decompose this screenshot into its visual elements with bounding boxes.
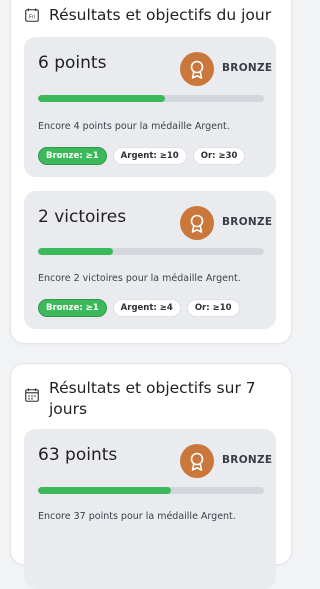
weekly-results-panel: Résultats et objectifs sur 7 jours 63 po… — [10, 363, 292, 589]
progress-bar — [38, 487, 264, 494]
medal-icon — [190, 452, 204, 471]
progress-hint: Encore 4 points pour la médaille Argent. — [38, 121, 230, 132]
medal-badge — [180, 206, 214, 240]
threshold-chips: Bronze: ≥1 Argent: ≥4 Or: ≥10 — [38, 299, 240, 317]
calendar-week-icon — [25, 388, 39, 402]
chip-argent: Argent: ≥10 — [112, 147, 187, 165]
chip-bronze: Bronze: ≥1 — [38, 299, 107, 317]
points-value: 63 points — [38, 445, 118, 465]
progress-hint: Encore 2 victoires pour la médaille Arge… — [38, 273, 241, 284]
medal-badge — [180, 444, 214, 478]
progress-fill — [38, 95, 165, 102]
medal-icon — [190, 60, 204, 79]
calendar-day-text: Fri — [29, 15, 35, 21]
medal-badge — [180, 52, 214, 86]
weekly-panel-title: Résultats et objectifs sur 7 jours — [49, 379, 256, 418]
calendar-day-icon: Fri — [25, 8, 39, 22]
weekly-panel-header: Résultats et objectifs sur 7 jours — [25, 378, 277, 420]
daily-points-card: 6 points BRONZE Encore 4 points pour la … — [24, 37, 276, 177]
weekly-points-card: 63 points BRONZE Encore 37 points pour l… — [24, 429, 276, 589]
chip-or: Or: ≥30 — [192, 147, 246, 165]
chip-or: Or: ≥10 — [186, 299, 240, 317]
progress-bar — [38, 95, 264, 102]
medal-label: BRONZE — [222, 216, 273, 228]
progress-bar — [38, 248, 264, 255]
medal-icon — [190, 214, 204, 233]
points-value: 6 points — [38, 53, 107, 73]
wins-value: 2 victoires — [38, 207, 127, 227]
daily-results-panel: Fri Résultats et objectifs du jour 6 poi… — [10, 0, 292, 344]
chip-argent: Argent: ≥4 — [112, 299, 181, 317]
threshold-chips: Bronze: ≥1 Argent: ≥10 Or: ≥30 — [38, 147, 246, 165]
progress-hint: Encore 37 points pour la médaille Argent… — [38, 511, 236, 522]
daily-wins-card: 2 victoires BRONZE Encore 2 victoires po… — [24, 191, 276, 329]
medal-label: BRONZE — [222, 62, 273, 74]
daily-panel-header: Fri Résultats et objectifs du jour — [25, 5, 277, 26]
progress-fill — [38, 248, 113, 255]
daily-panel-title: Résultats et objectifs du jour — [49, 6, 272, 24]
chip-bronze: Bronze: ≥1 — [38, 147, 107, 165]
progress-fill — [38, 487, 172, 494]
medal-label: BRONZE — [222, 454, 273, 466]
